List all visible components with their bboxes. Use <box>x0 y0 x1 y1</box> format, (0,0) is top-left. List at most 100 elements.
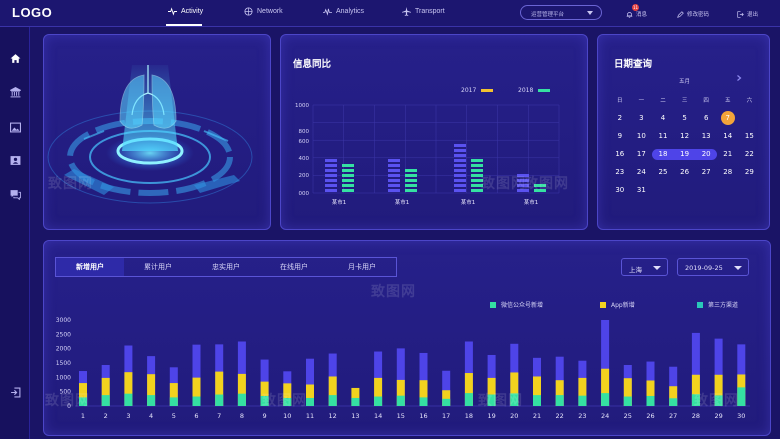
calendar-day[interactable]: 31 <box>631 186 653 194</box>
calendar-day[interactable]: 26 <box>674 168 696 176</box>
edit-icon <box>677 10 684 18</box>
calendar-day[interactable]: 22 <box>739 150 761 158</box>
calendar-week-row: 16 17 18 19 20 21 22 <box>609 145 762 163</box>
calendar-day[interactable]: 15 <box>739 132 761 140</box>
watermark: 致图网 <box>478 393 523 409</box>
calendar-day[interactable]: 10 <box>631 132 653 140</box>
nav-analytics-label: Analytics <box>336 8 365 15</box>
region-dropdown[interactable]: 上海 <box>621 258 668 276</box>
tab-monthly-card-users[interactable]: 月卡用户 <box>328 258 396 276</box>
nav-active-indicator <box>166 24 202 26</box>
calendar-day[interactable]: 3 <box>631 114 653 122</box>
calendar-day[interactable]: 24 <box>631 168 653 176</box>
y-tick-label: 1000 <box>295 103 309 109</box>
calendar-day[interactable]: 17 <box>631 150 653 158</box>
calendar-day[interactable]: 21 <box>717 150 739 158</box>
calendar-day[interactable]: 14 <box>717 132 739 140</box>
change-password-label: 修改密码 <box>687 12 710 18</box>
tab-loyal-users[interactable]: 忠实用户 <box>192 258 260 276</box>
calendar-day[interactable]: 13 <box>695 132 717 140</box>
weekday: 二 <box>660 98 666 104</box>
bank-icon[interactable] <box>10 87 21 98</box>
bar-segment <box>325 159 337 162</box>
bar-segment <box>454 154 466 157</box>
logout-icon[interactable] <box>10 387 21 398</box>
calendar-day[interactable]: 11 <box>652 132 674 140</box>
x-tick-label: 某市1 <box>524 198 539 206</box>
weekday: 五 <box>725 98 731 104</box>
calendar-day[interactable]: 4 <box>652 114 674 122</box>
calendar-weeks: 2 3 4 5 6 7 9 10 11 12 13 14 15 16 17 18 19 20 21 22 23 24 25 2… <box>609 109 762 199</box>
platform-select[interactable]: 运营管理平台 <box>520 5 602 20</box>
date-dropdown[interactable]: 2019-09-25 <box>677 258 749 276</box>
calendar-day[interactable]: 23 <box>609 168 631 176</box>
bar-segment <box>342 184 354 187</box>
calendar-day[interactable]: 16 <box>609 150 631 158</box>
bar-segment <box>342 169 354 172</box>
calendar-day[interactable]: 5 <box>674 114 696 122</box>
id-card-icon[interactable] <box>10 155 21 166</box>
legend-app-swatch <box>600 301 606 308</box>
transport-icon <box>402 7 411 16</box>
calendar-day[interactable]: 30 <box>609 186 631 194</box>
network-icon <box>244 7 253 16</box>
tab-online-users[interactable]: 在线用户 <box>260 258 328 276</box>
home-icon[interactable] <box>10 53 21 64</box>
legend-wechat-swatch <box>490 301 496 308</box>
nav-transport-label: Transport <box>415 8 445 15</box>
calendar-day[interactable]: 25 <box>652 168 674 176</box>
y-tick-label: 200 <box>299 173 310 179</box>
calendar-day[interactable]: 7 <box>720 111 735 125</box>
analytics-icon <box>323 8 332 16</box>
bell-icon <box>626 11 633 18</box>
bar-segment <box>405 174 417 177</box>
compare-bar-chart: 1000 800 600 400 200 000 某市1 某市1 某市1 某市1 <box>295 103 560 206</box>
calendar-day[interactable]: 20 <box>695 148 717 160</box>
x-tick-label: 某市1 <box>461 198 476 206</box>
bar-segment <box>405 169 417 172</box>
watermark: 致图网 <box>262 393 307 409</box>
nav-transport[interactable]: Transport <box>402 7 445 16</box>
nav-analytics[interactable]: Analytics <box>323 7 364 16</box>
calendar-day[interactable]: 27 <box>695 168 717 176</box>
bar-segment <box>325 179 337 182</box>
bar-segment <box>454 184 466 187</box>
calendar-day[interactable]: 19 <box>673 148 696 160</box>
messages-link[interactable]: 消息 <box>626 10 647 18</box>
nav-activity[interactable]: Activity <box>168 7 203 16</box>
change-password-link[interactable]: 修改密码 <box>677 10 709 18</box>
chevron-down-icon <box>653 266 661 270</box>
calendar-day[interactable]: 29 <box>739 168 761 176</box>
legend-third-party-swatch <box>697 301 703 308</box>
calendar-day[interactable]: 9 <box>609 132 631 140</box>
legend-app: App新增 <box>600 300 635 309</box>
watermark: 致图网 <box>48 176 93 192</box>
calendar-grid: 日 一 二 三 四 五 六 2 3 4 5 6 7 9 10 11 12 13 14 15 16 17 18 1… <box>609 91 762 199</box>
next-month-icon[interactable] <box>736 75 742 81</box>
legend-wechat-label: 微信公众号新增 <box>501 302 544 309</box>
calendar-day[interactable]: 6 <box>695 114 717 122</box>
bar-segment <box>388 169 400 172</box>
logo[interactable]: LOGO <box>12 5 52 20</box>
hologram-panel: 致图网 <box>43 34 271 230</box>
date-value: 2019-09-25 <box>685 264 723 272</box>
logout-link[interactable]: 退出 <box>737 10 758 18</box>
bar-segment <box>454 144 466 147</box>
calendar-day[interactable]: 28 <box>717 168 739 176</box>
calendar-day[interactable]: 2 <box>609 114 631 122</box>
bar-segment <box>388 179 400 182</box>
chat-icon[interactable] <box>10 189 21 200</box>
calendar-day[interactable]: 12 <box>674 132 696 140</box>
calendar-week-row: 30 31 <box>609 181 762 199</box>
x-tick-label: 某市1 <box>395 198 410 206</box>
tab-total-users[interactable]: 累计用户 <box>124 258 192 276</box>
bar-segment <box>471 159 483 162</box>
bar-segment <box>454 189 466 192</box>
legend-third-party: 第三方渠道 <box>697 300 738 309</box>
top-navigation: LOGO Activity Network Analytics Transpor… <box>0 0 780 27</box>
image-icon[interactable] <box>10 122 21 133</box>
tab-new-users[interactable]: 新增用户 <box>56 258 124 276</box>
nav-network[interactable]: Network <box>244 7 283 16</box>
nav-activity-label: Activity <box>181 8 204 15</box>
calendar-day[interactable]: 18 <box>652 148 674 160</box>
